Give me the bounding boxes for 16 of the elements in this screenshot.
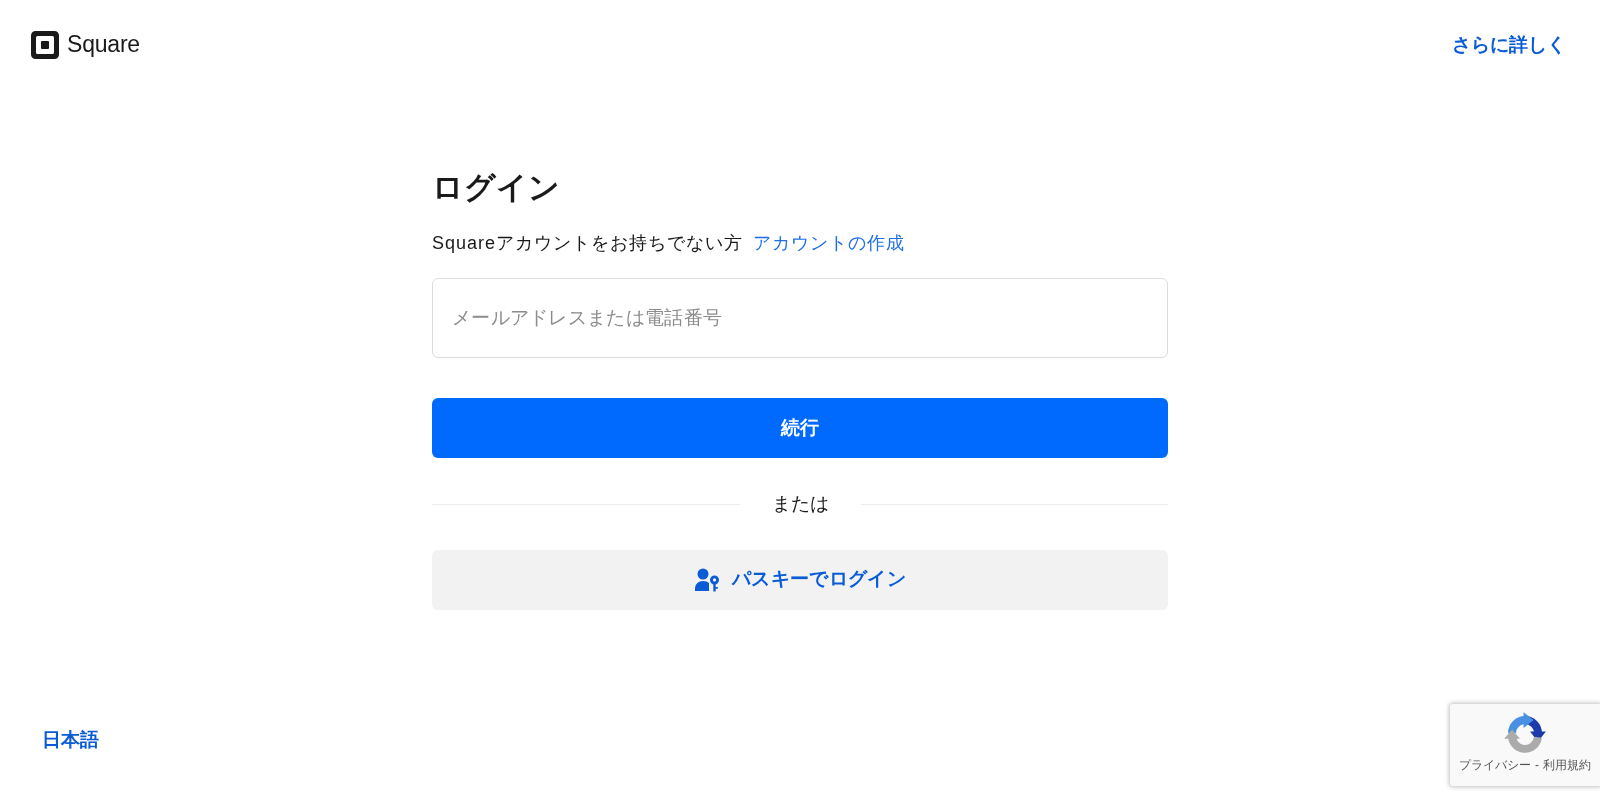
recaptcha-link[interactable]: 利用規約 <box>1543 758 1591 774</box>
logo-icon <box>31 31 59 59</box>
passkey-login-button[interactable]: パスキーでログイン <box>432 549 1168 610</box>
no-account-text: Squareアカウントをお持ちでない方 <box>432 232 744 256</box>
person-key-icon <box>694 567 721 592</box>
logo-text: Square <box>67 31 140 59</box>
circular-arrows-icon <box>1502 710 1548 756</box>
continue-button[interactable]: 続行 <box>432 398 1168 459</box>
page-title: ログイン <box>432 169 561 207</box>
learn-more-link[interactable]: さらに詳しく <box>1452 30 1566 60</box>
or-divider-text: または <box>771 492 829 517</box>
link-separator: - <box>1535 758 1539 774</box>
language-link[interactable]: 日本語 <box>42 728 99 750</box>
email-or-phone-field[interactable]: メールアドレスまたは電話番号 <box>432 278 1168 359</box>
recaptcha-link[interactable]: プライバシー <box>1459 758 1531 774</box>
create-account-link[interactable]: アカウントの作成 <box>753 230 906 258</box>
